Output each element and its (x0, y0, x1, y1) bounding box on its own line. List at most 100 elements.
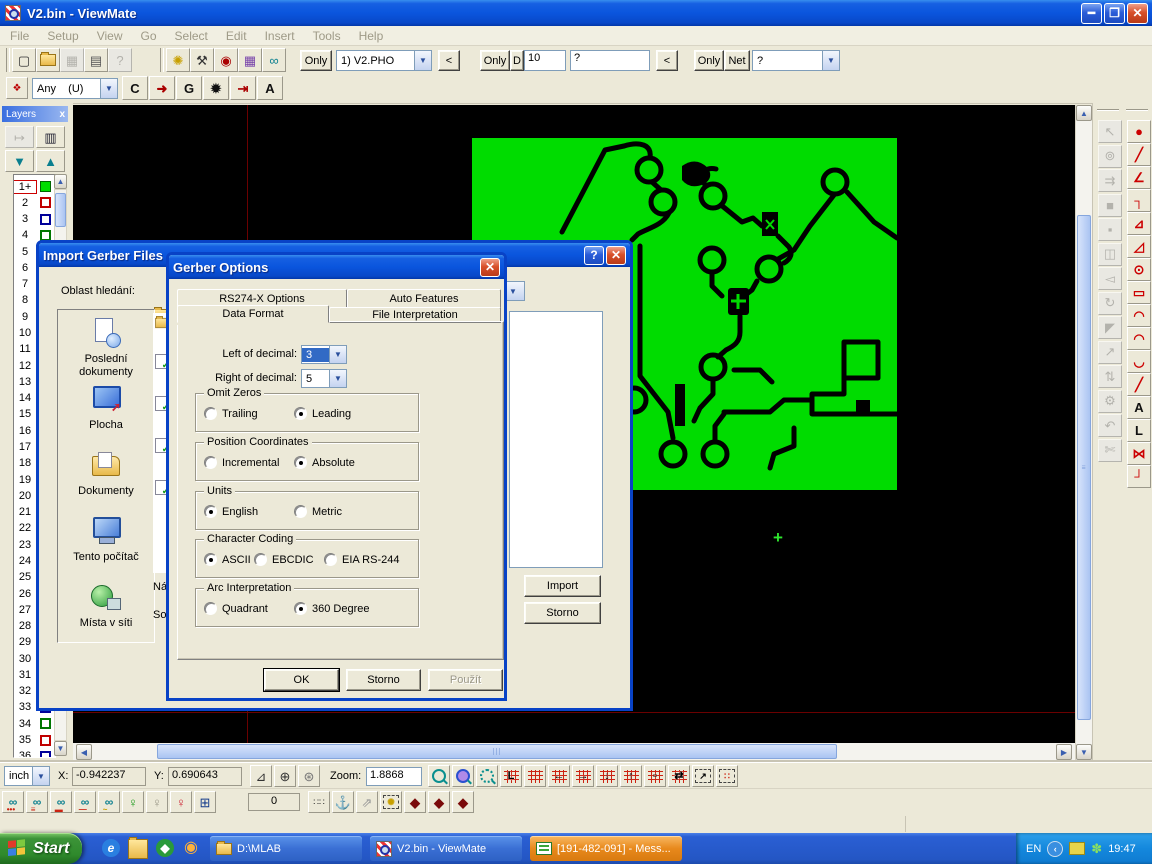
menu-item-tools[interactable]: Tools (313, 29, 341, 43)
select-area-button[interactable]: ∷ (716, 765, 738, 787)
thermal-tool-button[interactable]: ⋈ (1127, 442, 1151, 465)
view-dots-button[interactable]: ∞••• (2, 791, 24, 813)
flash-aperture-button[interactable]: ✺ (380, 791, 402, 813)
pad-tool-button[interactable]: ● (1127, 120, 1151, 143)
elbow-tool-button[interactable]: ┐ (1127, 189, 1151, 212)
grid-origin-button[interactable]: L (500, 765, 522, 787)
layer-row-1+[interactable]: 1+ (14, 179, 54, 194)
triangle-tool-button[interactable]: ◿ (1127, 235, 1151, 258)
taskbar-task-window[interactable]: V2.bin - ViewMate (370, 836, 522, 861)
selection-filter-icon[interactable]: ❖ (6, 77, 28, 99)
previous-dcode-button[interactable]: < (438, 50, 460, 71)
tab-auto-features[interactable]: Auto Features (347, 289, 501, 309)
zoom-select-button[interactable] (476, 765, 498, 787)
layer-color-swatch[interactable] (40, 197, 51, 208)
aperture-dots-button[interactable]: ◆ (404, 791, 426, 813)
import-button[interactable]: Import (524, 575, 601, 597)
net-query-select[interactable]: ? ▼ (752, 50, 840, 71)
only-net-label[interactable]: Only (694, 50, 724, 71)
aperture-plain-button[interactable]: ◆ (452, 791, 474, 813)
move-item-button[interactable]: ↗ (1098, 341, 1122, 364)
taskbar-task-message[interactable]: [191-482-091] - Mess... (530, 836, 682, 861)
angle-measure-button[interactable]: ⊿ (250, 765, 272, 787)
left-of-decimal-select[interactable]: 3▼ (301, 345, 347, 364)
chevron-down-icon[interactable]: ▼ (329, 370, 346, 387)
layer-color-swatch[interactable] (40, 181, 51, 192)
menu-item-insert[interactable]: Insert (265, 29, 295, 43)
polyline-tool-button[interactable]: ∠ (1127, 166, 1151, 189)
radio-360-degree[interactable]: 360 Degree (294, 602, 370, 615)
radio-ebcdic[interactable]: EBCDIC (254, 553, 314, 566)
unit-select[interactable]: inch ▼ (4, 766, 50, 786)
selection-mode-select[interactable]: Any (U) ▼ (32, 78, 118, 99)
horizontal-scroll-thumb[interactable]: ||| (157, 744, 837, 759)
layer-row-35[interactable]: 35 (14, 733, 54, 748)
taskbar-task-window[interactable]: D:\MLAB (210, 836, 362, 861)
g-tool-button[interactable]: G (176, 76, 202, 100)
layer-down-button[interactable]: ▼ (5, 150, 34, 172)
radio-metric[interactable]: Metric (294, 505, 342, 518)
print-button[interactable]: ▤ (84, 48, 108, 72)
dock-layer-button[interactable]: ↦ (5, 126, 34, 148)
open-folder-button[interactable] (36, 48, 60, 72)
anchor-button[interactable]: ⚓ (332, 791, 354, 813)
cancel-button[interactable]: Storno (524, 602, 601, 624)
circle-tool-button[interactable]: ⊙ (1127, 258, 1151, 281)
menu-item-go[interactable]: Go (141, 29, 157, 43)
snap-vector-button[interactable]: ⇗ (356, 791, 378, 813)
chevron-down-icon[interactable]: ▼ (414, 51, 431, 70)
chevron-down-icon[interactable]: ▼ (100, 79, 117, 98)
layer-row-2[interactable]: 2 (14, 195, 54, 210)
select-point-button[interactable]: ⊚ (1098, 145, 1122, 168)
rectangle-tool-button[interactable]: ▭ (1127, 281, 1151, 304)
glasses-ruler-button[interactable]: ∞ (262, 48, 286, 72)
only-dcode-label[interactable]: Only (480, 50, 510, 71)
highlight-off-button[interactable]: ♀ (146, 791, 168, 813)
pan-down-button[interactable]: ↓ (596, 765, 618, 787)
star-tool-button[interactable]: ✹ (203, 76, 229, 100)
radio-quadrant[interactable]: Quadrant (204, 602, 268, 615)
show-desktop-icon[interactable] (128, 839, 148, 859)
scroll-right-button[interactable]: ▶ (1056, 744, 1072, 760)
layers-scroll-up[interactable]: ▲ (54, 174, 67, 189)
menu-item-setup[interactable]: Setup (47, 29, 78, 43)
layer-color-swatch[interactable] (40, 214, 51, 225)
scroll-down-button[interactable]: ▼ (1076, 744, 1092, 760)
radio-ascii[interactable]: ASCII (204, 553, 251, 566)
ok-button[interactable]: OK (264, 669, 339, 691)
angle-tool-button[interactable]: ⊿ (1127, 212, 1151, 235)
start-button[interactable]: Start (0, 833, 82, 864)
keyboard-language-indicator[interactable]: EN (1026, 843, 1041, 855)
corner-tool-button[interactable]: ┘ (1127, 465, 1151, 488)
layer-film-button[interactable]: ▥ (36, 126, 65, 148)
messenger-flower-icon[interactable]: ✽ (1091, 841, 1102, 857)
maximize-button[interactable]: ❐ (1104, 3, 1125, 24)
tile-windows-button[interactable]: ⊞ (194, 791, 216, 813)
scale-button[interactable]: ◅ (1098, 267, 1122, 290)
label-tool-button[interactable]: L (1127, 419, 1151, 442)
radio-absolute[interactable]: Absolute (294, 456, 355, 469)
pan-left-button[interactable]: ← (548, 765, 570, 787)
new-file-button[interactable]: ▢ (12, 48, 36, 72)
flash-grid-button[interactable]: ✺ (166, 48, 190, 72)
zoom-window-button[interactable] (452, 765, 474, 787)
swap-window-button[interactable]: ⇄ (668, 765, 690, 787)
close-button[interactable]: ✕ (480, 258, 500, 277)
layer-color-swatch[interactable] (40, 751, 51, 758)
highlight-on-button[interactable]: ♀ (122, 791, 144, 813)
view-lines-button[interactable]: ∞≡ (26, 791, 48, 813)
view-outline-button[interactable]: ∞— (74, 791, 96, 813)
chevron-down-icon[interactable]: ▼ (32, 767, 49, 785)
resize-window-button[interactable]: ↗ (692, 765, 714, 787)
menu-item-file[interactable]: File (10, 29, 29, 43)
cut-group-button[interactable]: ✄ (1098, 439, 1122, 462)
goto-arrow-tool-button[interactable]: ➜ (149, 76, 175, 100)
cancel-button[interactable]: Storno (346, 669, 421, 691)
c-tool-button[interactable]: C (122, 76, 148, 100)
firefox-icon[interactable]: ◉ (182, 839, 200, 857)
layer-color-swatch[interactable] (40, 718, 51, 729)
radio-english[interactable]: English (204, 505, 258, 518)
chevron-down-icon[interactable]: ▼ (822, 51, 839, 70)
palette-button[interactable]: ▦ (238, 48, 262, 72)
radio-leading[interactable]: Leading (294, 407, 351, 420)
